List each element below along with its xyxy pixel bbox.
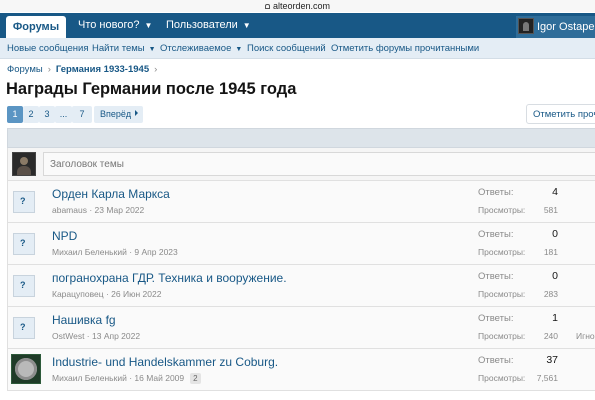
thread-title[interactable]: NPD [52, 229, 77, 243]
thread-date[interactable]: 16 Май 2009 [134, 373, 184, 383]
lock-icon [264, 4, 270, 10]
answers-count: 37 [546, 354, 558, 366]
next-page-button[interactable]: Вперёд [94, 106, 143, 123]
subnav-find-threads[interactable]: Найти темы ▼ [92, 38, 156, 60]
answers-count: 1 [552, 312, 558, 324]
chevron-down-icon[interactable]: ▼ [235, 46, 242, 53]
views-label: Просмотры: [478, 247, 526, 257]
views-label: Просмотры: [478, 373, 526, 383]
chevron-down-icon[interactable]: ▼ [149, 46, 156, 53]
thread-page-link[interactable]: 2 [190, 373, 201, 384]
tab-whats-new[interactable]: Что нового? ▼ [78, 13, 152, 38]
thread-meta: Михаил Беленький · 9 Апр 2023 [52, 247, 178, 257]
unknown-user-icon [13, 191, 35, 213]
thread-list-header [7, 128, 595, 148]
thread-meta: Михаил Беленький · 16 Май 2009 2 [52, 373, 201, 384]
views-label: Просмотры: [478, 331, 526, 341]
answers-label: Ответы: [478, 313, 514, 324]
page-link-ellipsis[interactable]: ... [55, 106, 72, 123]
views-label: Просмотры: [478, 289, 526, 299]
thread-meta: OstWest · 13 Апр 2022 [52, 331, 141, 341]
tab-users[interactable]: Пользователи ▼ [166, 13, 251, 38]
thread-date[interactable]: 13 Апр 2022 [92, 331, 140, 341]
breadcrumb: Форумы › Германия 1933-1945 › [7, 64, 162, 75]
views-count: 581 [543, 205, 558, 215]
breadcrumb-item-forums[interactable]: Форумы [7, 64, 43, 75]
answers-count: 4 [552, 186, 558, 198]
sub-navigation: Новые сообщения Найти темы ▼ Отслеживаемо… [0, 38, 595, 59]
chevron-down-icon[interactable]: ▼ [243, 21, 251, 30]
answers-count: 0 [552, 228, 558, 240]
thread-author[interactable]: Карацуповец [52, 289, 104, 299]
tab-forums-label: Форумы [12, 21, 60, 33]
thread-row: Industrie- und Handelskammer zu Coburg. … [7, 349, 595, 391]
thread-title[interactable]: Industrie- und Handelskammer zu Coburg. [52, 355, 278, 369]
mark-read-button[interactable]: Отметить прочитанным [526, 104, 595, 124]
answers-count: 0 [552, 270, 558, 282]
thread-meta: abamaus · 23 Мар 2022 [52, 205, 145, 215]
thread-row: NPD Михаил Беленький · 9 Апр 2023 Ответы… [7, 223, 595, 265]
thread-author[interactable]: OstWest [52, 331, 84, 341]
tab-forums[interactable]: Форумы [6, 16, 66, 38]
subnav-new-posts[interactable]: Новые сообщения [7, 38, 89, 59]
thread-title[interactable]: Нашивка fg [52, 313, 116, 327]
chevron-down-icon[interactable]: ▼ [144, 21, 152, 30]
page-link-3[interactable]: 3 [39, 106, 55, 123]
tab-users-label: Пользователи [166, 19, 238, 31]
views-count: 283 [543, 289, 558, 299]
answers-label: Ответы: [478, 187, 514, 198]
unknown-user-icon [13, 275, 35, 297]
thread-date[interactable]: 9 Апр 2023 [134, 247, 177, 257]
thread-author[interactable]: abamaus [52, 205, 87, 215]
page-link-7[interactable]: 7 [72, 106, 92, 123]
main-navigation: Форумы Что нового? ▼ Пользователи ▼ Igor O… [0, 13, 595, 38]
subnav-mark-forums-read[interactable]: Отметить форумы прочитанными [331, 38, 479, 59]
answers-label: Ответы: [478, 271, 514, 282]
avatar [12, 152, 36, 176]
answers-label: Ответы: [478, 355, 514, 366]
subnav-watched[interactable]: Отслеживаемое ▼ [160, 38, 242, 60]
tab-whats-new-label: Что нового? [78, 19, 140, 31]
thread-author[interactable]: Михаил Беленький [52, 247, 127, 257]
new-thread-row [7, 148, 595, 181]
unknown-user-icon [13, 233, 35, 255]
page-link-1[interactable]: 1 [7, 106, 23, 123]
thread-title[interactable]: погранохрана ГДР. Техника и вооружение. [52, 271, 287, 285]
thread-row: погранохрана ГДР. Техника и вооружение. … [7, 265, 595, 307]
chevron-right-icon: › [47, 64, 51, 75]
user-name: Igor Ostapenko [537, 21, 595, 33]
subnav-search-posts[interactable]: Поиск сообщений [247, 38, 326, 59]
subnav-watched-label: Отслеживаемое [160, 43, 232, 54]
views-count: 181 [543, 247, 558, 257]
page-link-2[interactable]: 2 [23, 106, 39, 123]
thread-extra-label[interactable]: Игнор [576, 331, 595, 341]
thread-date[interactable]: 26 Июн 2022 [111, 289, 161, 299]
answers-label: Ответы: [478, 229, 514, 240]
thread-author[interactable]: Михаил Беленький [52, 373, 127, 383]
url-text: alteorden.com [272, 1, 331, 11]
breadcrumb-item-germany[interactable]: Германия 1933-1945 [56, 64, 149, 75]
user-account-menu[interactable]: Igor Ostapenko [516, 16, 595, 38]
chevron-right-icon: › [154, 64, 158, 75]
subnav-find-threads-label: Найти темы [92, 43, 145, 54]
page-title: Награды Германии после 1945 года [6, 80, 297, 98]
thread-date[interactable]: 23 Мар 2022 [95, 205, 145, 215]
browser-url-bar[interactable]: alteorden.com [0, 0, 595, 12]
thread-title[interactable]: Орден Карла Маркса [52, 187, 170, 201]
next-page-label: Вперёд [100, 109, 132, 119]
thread-title-input[interactable] [43, 152, 595, 176]
arrow-right-icon [135, 110, 139, 116]
thread-meta: Карацуповец · 26 Июн 2022 [52, 289, 162, 299]
views-count: 240 [543, 331, 558, 341]
thread-row: Нашивка fg OstWest · 13 Апр 2022 Ответы:… [7, 307, 595, 349]
views-count: 7,561 [536, 373, 558, 383]
unknown-user-icon [13, 317, 35, 339]
thread-row: Орден Карла Маркса abamaus · 23 Мар 2022… [7, 181, 595, 223]
avatar [518, 18, 534, 34]
views-label: Просмотры: [478, 205, 526, 215]
medal-photo-icon [11, 354, 41, 384]
